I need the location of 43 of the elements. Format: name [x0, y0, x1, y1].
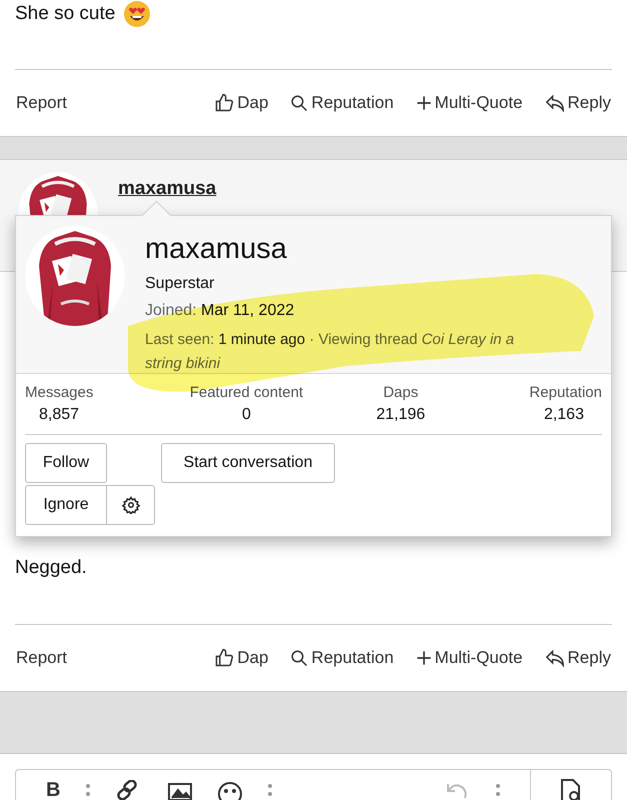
stat-label: Daps — [383, 383, 418, 403]
post-action-link[interactable]: Multi-Quote — [416, 648, 523, 668]
thumbs-up-icon — [214, 648, 234, 668]
post-text: Negged. — [15, 556, 87, 580]
ignore-button[interactable]: Ignore — [25, 485, 107, 525]
stat-label: Reputation — [529, 383, 602, 403]
stat-value: 8,857 — [38, 405, 80, 425]
search-icon — [290, 94, 308, 112]
plus-icon — [416, 650, 432, 666]
stat-value: 0 — [242, 405, 251, 425]
document-icon[interactable] — [560, 778, 582, 800]
joined-date: Joined: Mar 11, 2022 — [145, 302, 296, 320]
reply-icon — [544, 94, 565, 112]
post-action-link[interactable]: Report — [16, 648, 68, 668]
reply-icon — [544, 649, 565, 667]
member-title: Superstar — [145, 275, 216, 293]
gear-icon — [122, 496, 140, 514]
image-icon[interactable] — [168, 780, 192, 800]
editor-field[interactable]: B — [15, 769, 612, 800]
post-action-link[interactable]: Reply — [544, 93, 611, 113]
post-action-link[interactable]: Dap — [214, 648, 268, 668]
settings-button[interactable] — [107, 485, 155, 525]
post-text: She so cute — [15, 2, 116, 26]
last-seen-text: Last seen: 1 minute ago · Viewing thread Coi Leray in a string bikini — [145, 330, 516, 374]
post-action-link[interactable]: Dap — [214, 93, 268, 113]
follow-button[interactable]: Follow — [25, 443, 107, 483]
post-action-link[interactable]: Multi-Quote — [416, 93, 523, 113]
stat-label: Featured content — [190, 383, 304, 403]
plus-icon — [416, 95, 432, 111]
author-link[interactable]: maxamusa — [118, 178, 216, 200]
post-action-link[interactable]: Report — [16, 93, 68, 113]
stat-value: 2,163 — [542, 405, 585, 425]
search-icon — [290, 649, 308, 667]
stat-label: Messages — [25, 383, 94, 403]
start-conversation-button[interactable]: Start conversation — [161, 443, 335, 483]
post-action-link[interactable]: Reputation — [290, 648, 394, 668]
member-name: maxamusa — [145, 232, 288, 266]
thumbs-up-icon — [214, 93, 234, 113]
stat-value: 21,196 — [376, 405, 426, 425]
bold-button[interactable]: B — [46, 780, 60, 800]
smiley-icon[interactable] — [218, 780, 242, 800]
post-action-link[interactable]: Reputation — [290, 93, 394, 113]
post-action-link[interactable]: Reply — [544, 648, 611, 668]
